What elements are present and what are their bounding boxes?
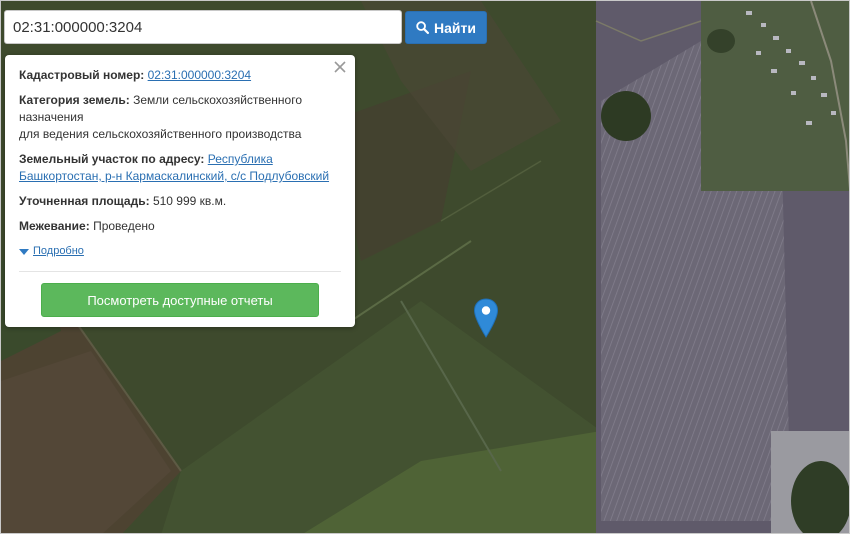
- area-row: Уточненная площадь: 510 999 кв.м.: [19, 193, 341, 210]
- details-link[interactable]: Подробно: [33, 243, 84, 260]
- cadastral-number-row: Кадастровый номер: 02:31:000000:3204: [19, 67, 341, 84]
- survey-value: Проведено: [93, 219, 155, 233]
- area-label: Уточненная площадь:: [19, 194, 150, 208]
- close-icon[interactable]: [333, 60, 347, 74]
- address-row: Земельный участок по адресу: Республика …: [19, 151, 341, 185]
- survey-row: Межевание: Проведено: [19, 218, 341, 235]
- cadastral-number-link[interactable]: 02:31:000000:3204: [148, 68, 251, 82]
- map-app: Найти Кадастровый номер: 02:31:000000:32…: [0, 0, 850, 534]
- search-button-label: Найти: [434, 19, 476, 36]
- survey-label: Межевание:: [19, 219, 90, 233]
- cadastral-search-input[interactable]: [5, 11, 401, 43]
- popup-divider: [19, 271, 341, 272]
- view-reports-button[interactable]: Посмотреть доступные отчеты: [41, 283, 319, 317]
- area-value: 510 999 кв.м.: [152, 194, 227, 208]
- search-button[interactable]: Найти: [405, 11, 487, 44]
- search-box[interactable]: [4, 10, 402, 44]
- map-pin-icon[interactable]: [473, 298, 499, 338]
- details-toggle[interactable]: Подробно: [19, 243, 341, 260]
- parcel-info-popup: Кадастровый номер: 02:31:000000:3204 Кат…: [5, 55, 355, 327]
- address-label: Земельный участок по адресу:: [19, 152, 205, 166]
- magnifier-icon: [416, 21, 430, 34]
- triangle-down-icon: [19, 248, 29, 255]
- land-category-value-cont: для ведения сельскохозяйственного произв…: [19, 127, 302, 141]
- land-category-row: Категория земель: Земли сельскохозяйстве…: [19, 92, 341, 143]
- land-category-label: Категория земель:: [19, 93, 130, 107]
- cadastral-number-label: Кадастровый номер:: [19, 68, 145, 82]
